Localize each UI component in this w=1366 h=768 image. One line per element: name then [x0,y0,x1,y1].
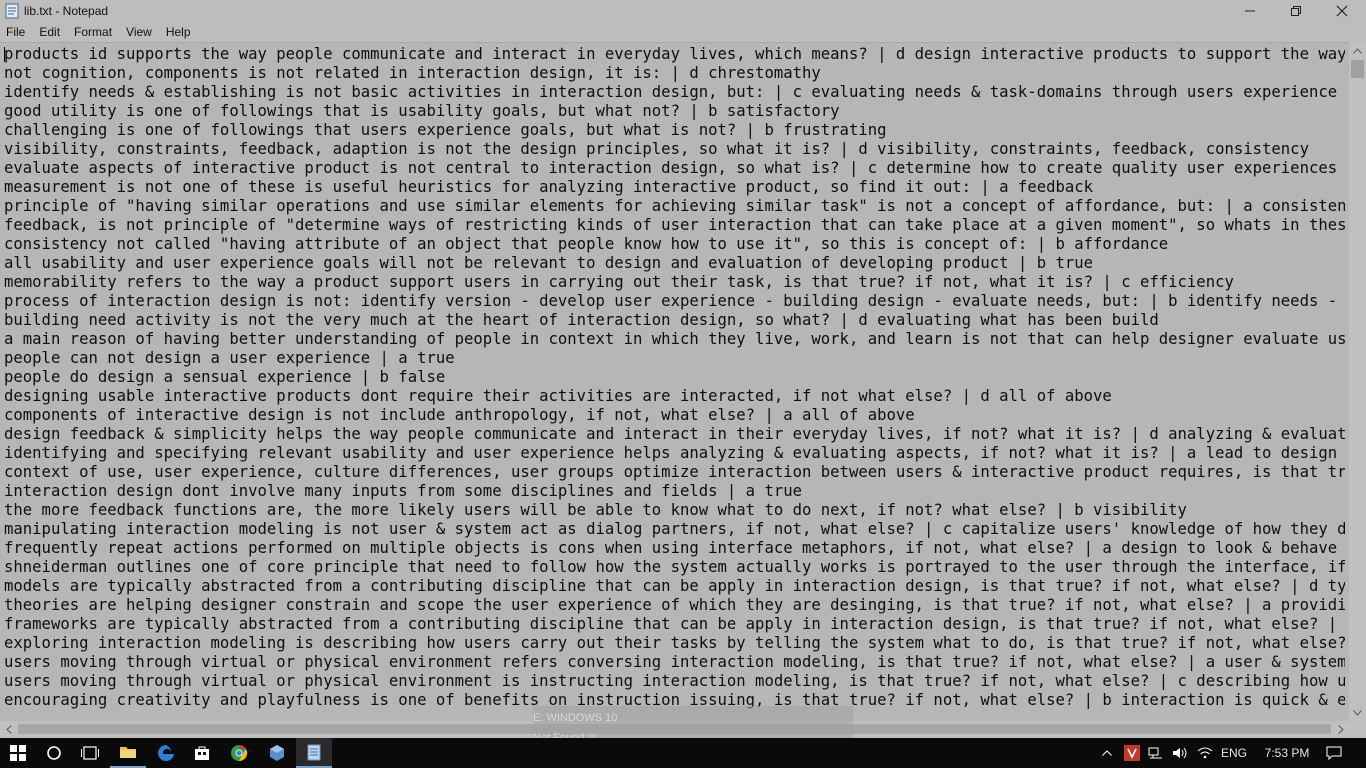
scroll-right-button[interactable] [1332,721,1349,738]
text-line[interactable]: users moving through virtual or physical… [4,653,1345,672]
task-view-icon [81,746,99,760]
windows-start-icon [10,745,26,761]
text-line[interactable]: good utility is one of followings that i… [4,102,1345,121]
file-explorer-icon [120,747,136,758]
text-line[interactable]: exploring interaction modeling is descri… [4,634,1345,653]
text-line[interactable]: consistency not called "having attribute… [4,235,1345,254]
vertical-scrollbar[interactable] [1349,42,1366,721]
edge-button[interactable] [148,738,184,768]
input-language[interactable]: ENG [1218,738,1250,768]
text-line[interactable]: users moving through virtual or physical… [4,672,1345,691]
text-line[interactable]: measurement is not one of these is usefu… [4,178,1345,197]
close-icon [1336,5,1348,17]
text-line[interactable]: interaction design dont involve many inp… [4,482,1345,501]
text-line[interactable]: memorability refers to the way a product… [4,273,1345,292]
wifi-icon [1197,747,1213,759]
menu-format[interactable]: Format [67,22,119,42]
notification-title: E: WINDOWS 10 [533,712,618,724]
window-title: lib.txt - Notepad [24,4,109,18]
text-line[interactable]: shneiderman outlines one of core princip… [4,558,1345,577]
text-line[interactable]: products id supports the way people comm… [4,45,1345,64]
scroll-down-button[interactable] [1349,704,1366,721]
text-line[interactable]: components of interactive design is not … [4,406,1345,425]
text-line[interactable]: all usability and user experience goals … [4,254,1345,273]
text-line[interactable]: building need activity is not the very m… [4,311,1345,330]
tray-app-icon [1124,745,1140,761]
chrome-button[interactable] [221,738,257,768]
action-center-button[interactable] [1320,738,1348,768]
text-line[interactable]: frequently repeat actions performed on m… [4,539,1345,558]
text-editor[interactable]: products id supports the way people comm… [0,42,1349,722]
text-line[interactable]: theories are helping designer constrain … [4,596,1345,615]
text-line[interactable]: principle of "having similar operations … [4,197,1345,216]
text-line[interactable]: feedback, is not principle of "determine… [4,216,1345,235]
chevron-up-icon [1102,750,1112,756]
chevron-up-icon [1353,47,1362,54]
restore-button[interactable] [1273,0,1319,22]
minimize-icon [1245,10,1255,12]
tray-app-button[interactable] [1121,738,1143,768]
store-button[interactable] [184,738,220,768]
taskbar: ENG 7:53 PM [0,738,1366,768]
scroll-up-button[interactable] [1349,42,1366,59]
network-button[interactable] [1145,738,1167,768]
volume-icon [1173,747,1187,759]
file-explorer-button[interactable] [110,738,146,768]
restore-icon [1291,6,1301,16]
chevron-right-icon [1337,725,1344,734]
menu-help[interactable]: Help [159,22,198,42]
notepad-icon [307,744,321,761]
menu-view[interactable]: View [119,22,159,42]
wifi-button[interactable] [1194,738,1216,768]
scroll-left-button[interactable] [0,721,17,738]
notepad-app-icon [5,3,19,19]
title-bar[interactable]: lib.txt - Notepad [0,0,1366,22]
text-line[interactable]: evaluate aspects of interactive product … [4,159,1345,178]
close-button[interactable] [1319,0,1365,22]
text-line[interactable]: challenging is one of followings that us… [4,121,1345,140]
menu-edit[interactable]: Edit [32,22,67,42]
text-line[interactable]: designing usable interactive products do… [4,387,1345,406]
text-caret [4,47,5,62]
text-line[interactable]: a main reason of having better understan… [4,330,1345,349]
text-line[interactable]: process of interaction design is not: id… [4,292,1345,311]
chevron-left-icon [5,725,12,734]
task-view-button[interactable] [72,738,108,768]
text-line[interactable]: the more feedback functions are, the mor… [4,501,1345,520]
chevron-down-icon [1353,709,1362,716]
notepad-taskbar-button[interactable] [296,738,332,768]
menu-file[interactable]: File [0,22,32,42]
text-line[interactable]: people do design a sensual experience | … [4,368,1345,387]
volume-button[interactable] [1169,738,1191,768]
search-button[interactable] [36,738,72,768]
menu-bar: File Edit Format View Help [0,22,1366,42]
action-center-icon [1326,746,1342,760]
text-line[interactable]: not cognition, components is not related… [4,64,1345,83]
show-hidden-icons-button[interactable] [1097,738,1117,768]
text-content[interactable]: products id supports the way people comm… [4,45,1345,710]
text-line[interactable]: context of use, user experience, culture… [4,463,1345,482]
edge-browser-icon [158,745,174,761]
start-button[interactable] [0,738,36,768]
text-line[interactable]: design feedback & simplicity helps the w… [4,425,1345,444]
text-line[interactable]: visibility, constraints, feedback, adapt… [4,140,1345,159]
cortana-search-icon [47,746,61,760]
text-line[interactable]: models are typically abstracted from a c… [4,577,1345,596]
chrome-icon [231,744,248,762]
text-line[interactable]: people can not design a user experience … [4,349,1345,368]
network-icon [1148,747,1162,759]
virtualbox-icon [270,745,284,761]
text-line[interactable]: frameworks are typically abstracted from… [4,615,1345,634]
text-line[interactable]: identify needs & establishing is not bas… [4,83,1345,102]
virtualbox-button[interactable] [259,738,295,768]
scrollbar-corner [1349,721,1366,738]
vertical-scroll-thumb[interactable] [1351,60,1364,78]
text-line[interactable]: manipulating interaction modeling is not… [4,520,1345,539]
clock[interactable]: 7:53 PM [1256,738,1318,768]
text-line[interactable]: identifying and specifying relevant usab… [4,444,1345,463]
minimize-button[interactable] [1227,0,1273,22]
store-icon [195,746,209,760]
